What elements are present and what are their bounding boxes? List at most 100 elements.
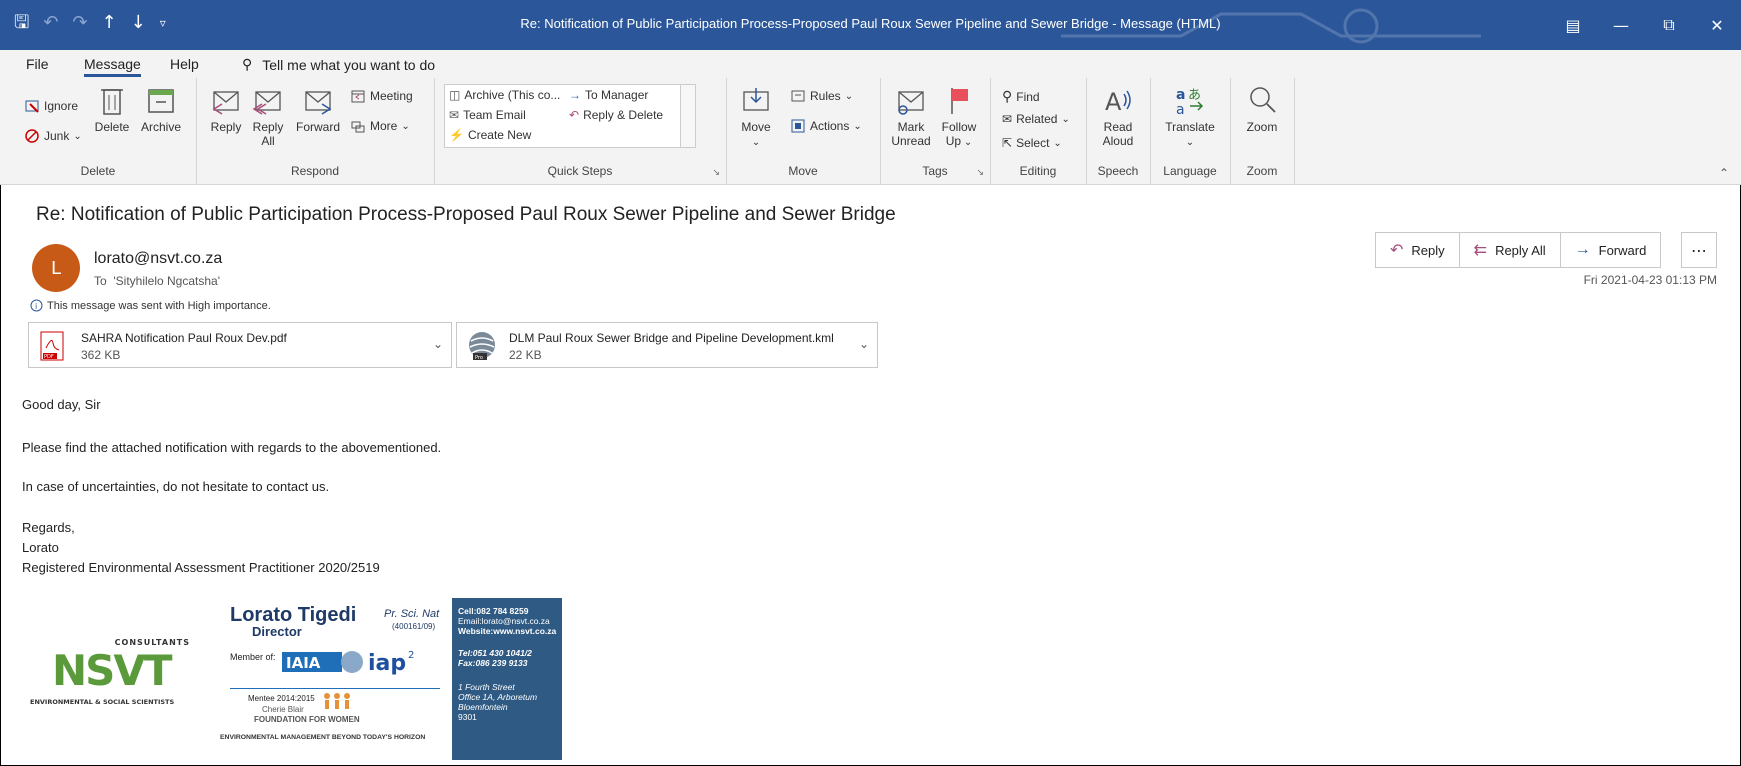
svg-text:a: a [1176, 102, 1185, 116]
forward-label: Forward [295, 120, 340, 134]
body-line: Registered Environmental Assessment Prac… [22, 560, 380, 575]
svg-text:A: A [1105, 88, 1122, 116]
avatar[interactable]: L [32, 244, 80, 292]
reply-all-label-2: All [261, 134, 275, 148]
received-date: Fri 2021-04-23 01:13 PM [1583, 273, 1717, 287]
logo-tagline: ENVIRONMENTAL & SOCIAL SCIENTISTS [30, 698, 175, 706]
follow-up-button[interactable]: Follow Up ⌄ [936, 84, 982, 150]
signature-contact-panel: Cell:082 784 8259 Email:lorato@nsvt.co.z… [452, 598, 562, 760]
junk-button[interactable]: Junk ⌄ [24, 128, 82, 144]
restore-button[interactable]: ⧉ [1645, 0, 1693, 50]
forward-icon [305, 91, 332, 115]
more-respond-icon [351, 121, 365, 133]
qs-reply-delete[interactable]: ↶ Reply & Delete [569, 108, 663, 122]
reply-all-action-button[interactable]: ⇇ Reply All [1460, 233, 1561, 267]
tab-file[interactable]: File [26, 56, 49, 72]
kml-icon: Pro [469, 332, 495, 361]
rules-label: Rules [810, 89, 841, 103]
read-aloud-button[interactable]: A Read Aloud [1094, 84, 1142, 148]
archive-button[interactable]: Archive [136, 84, 186, 134]
sig-mentee: Mentee 2014:2015 [248, 694, 315, 703]
sender-address[interactable]: lorato@nsvt.co.za [94, 250, 222, 268]
recipient-name[interactable]: 'Sityhilelo Ngcatsha' [113, 274, 220, 288]
reply-small-icon: ↶ [569, 108, 580, 122]
attachment-kml[interactable]: Pro DLM Paul Roux Sewer Bridge and Pipel… [456, 322, 878, 368]
translate-button[interactable]: aあa Translate ⌄ [1160, 84, 1220, 150]
group-label-language: Language [1163, 164, 1217, 178]
tags-dialog-launcher-icon[interactable]: ↘ [976, 167, 984, 178]
svg-text:2: 2 [408, 650, 414, 661]
qs-team-email[interactable]: ✉ Team Email [449, 108, 526, 122]
more-actions-button[interactable]: ⋯ [1681, 232, 1717, 268]
qs-create-new[interactable]: ⚡ Create New [449, 128, 531, 142]
actions-button[interactable]: Actions ⌄ [790, 118, 862, 134]
svg-text:PDF: PDF [44, 354, 54, 360]
qs-archive[interactable]: ◫ Archive (This co... [449, 88, 560, 102]
tab-help[interactable]: Help [170, 56, 199, 72]
pdf-icon: PDF [40, 331, 64, 361]
zoom-icon [1250, 87, 1276, 113]
move-label: Move [741, 120, 771, 134]
reply-icon [212, 91, 239, 115]
sig-cell: Cell:082 784 8259 [458, 606, 529, 616]
tell-me-text: Tell me what you want to do [262, 56, 436, 73]
find-button[interactable]: ⚲ Find [1002, 88, 1040, 105]
sig-divider [230, 688, 440, 689]
dialog-launcher-icon[interactable]: ↘ [712, 167, 720, 178]
archive-small-icon: ◫ [449, 88, 461, 102]
chevron-down-icon[interactable]: ⌄ [859, 337, 869, 351]
chevron-down-icon[interactable]: ⌄ [433, 337, 443, 351]
recipient-line: To 'Sityhilelo Ngcatsha' [94, 274, 220, 288]
sig-website[interactable]: Website:www.nsvt.co.za [458, 626, 556, 636]
tell-me-box[interactable]: ⚲ Tell me what you want to do [242, 56, 435, 73]
close-button[interactable]: ✕ [1693, 0, 1741, 50]
forward-action-button[interactable]: → Forward [1561, 233, 1661, 267]
tab-message[interactable]: Message [84, 56, 141, 77]
mark-unread-button[interactable]: Mark Unread [886, 84, 936, 148]
minimize-button[interactable]: — [1597, 0, 1645, 50]
related-button[interactable]: ✉ Related ⌄ [1002, 112, 1070, 126]
body-line: Please find the attached notification wi… [22, 440, 442, 455]
more-respond-button[interactable]: More ⌄ [350, 118, 410, 134]
reply-all-button[interactable]: Reply All [248, 84, 288, 148]
related-icon: ✉ [1002, 112, 1013, 126]
zoom-button[interactable]: Zoom [1238, 84, 1286, 134]
reply-action-button[interactable]: ↶ Reply [1376, 233, 1460, 267]
message-subject: Re: Notification of Public Participation… [36, 204, 896, 225]
qs-to-manager[interactable]: → To Manager [569, 88, 648, 102]
select-button[interactable]: ⇱ Select ⌄ [1002, 136, 1062, 150]
translate-label: Translate [1165, 120, 1215, 134]
qs-reply-delete-label: Reply & Delete [583, 108, 664, 122]
qs-create-new-label: Create New [467, 128, 532, 142]
sig-email[interactable]: Email:lorato@nsvt.co.za [458, 616, 550, 626]
arrow-right-icon: → [569, 88, 581, 102]
nsvt-logo: CONSULTANTS NSVT ENVIRONMENTAL & SOCIAL … [22, 620, 200, 710]
svg-text:a: a [1176, 87, 1185, 103]
group-delete: Ignore Junk ⌄ Delete Archive Delete [0, 78, 197, 184]
ribbon-display-icon[interactable]: ▤ [1549, 0, 1597, 50]
delete-button[interactable]: Delete [90, 84, 134, 134]
sig-mentee-org-2: FOUNDATION FOR WOMEN [254, 715, 360, 724]
forward-arrow-icon: → [1574, 241, 1591, 258]
zoom-label: Zoom [1246, 120, 1278, 134]
message-action-bar: ↶ Reply ⇇ Reply All → Forward [1375, 232, 1662, 268]
quick-steps-scrollbar[interactable] [680, 85, 695, 147]
meeting-button[interactable]: Meeting [350, 88, 413, 104]
flag-icon [951, 88, 968, 114]
sig-addr-4: 9301 [458, 712, 477, 722]
ignore-button[interactable]: Ignore [24, 98, 78, 114]
qs-archive-label: Archive (This co... [464, 88, 561, 102]
archive-label: Archive [140, 120, 181, 134]
sig-addr-3: Bloemfontein [458, 702, 508, 712]
forward-button[interactable]: Forward [292, 84, 344, 134]
attachment-pdf[interactable]: PDF SAHRA Notification Paul Roux Dev.pdf… [28, 322, 452, 368]
mark-unread-label-1: Mark [897, 120, 925, 134]
collapse-ribbon-icon[interactable]: ⌃ [1719, 166, 1729, 180]
move-button[interactable]: Move ⌄ [736, 84, 776, 150]
reply-arrow-icon: ↶ [1390, 242, 1404, 259]
rules-button[interactable]: Rules ⌄ [790, 88, 853, 104]
reply-button[interactable]: Reply [206, 84, 246, 134]
reply-all-action-label: Reply All [1495, 242, 1546, 258]
window-title: Re: Notification of Public Participation… [520, 16, 1221, 31]
group-label-delete: Delete [80, 164, 116, 178]
